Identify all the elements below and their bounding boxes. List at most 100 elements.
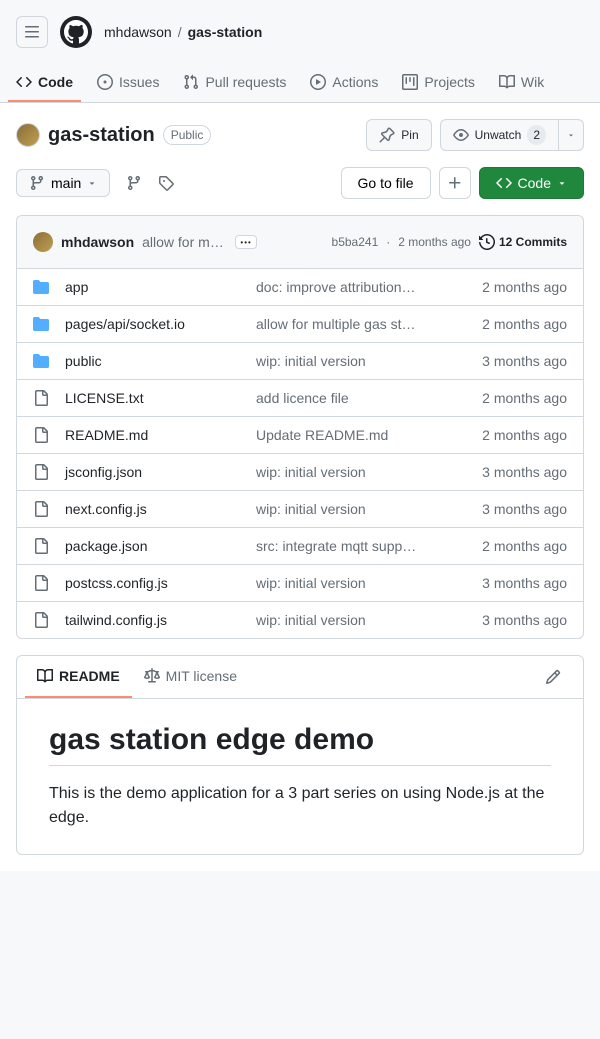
add-file-button[interactable] [439, 167, 471, 199]
file-icon [33, 464, 49, 480]
file-icon [33, 575, 49, 591]
folder-icon [33, 353, 49, 369]
file-row: jsconfig.json wip: initial version 3 mon… [17, 454, 583, 491]
tag-icon [158, 175, 174, 191]
file-icon [33, 501, 49, 517]
commit-more[interactable]: ••• [235, 235, 257, 249]
triangle-down-icon [567, 131, 575, 139]
branches-link[interactable] [126, 175, 142, 191]
code-button[interactable]: Code [479, 167, 584, 199]
code-icon [496, 175, 512, 191]
file-name-link[interactable]: app [65, 279, 88, 295]
file-commit-msg[interactable]: wip: initial version [256, 575, 466, 591]
go-to-file-button[interactable]: Go to file [341, 167, 431, 199]
tags-link[interactable] [158, 175, 174, 191]
nav-projects-label: Projects [424, 74, 475, 90]
file-commit-msg[interactable]: wip: initial version [256, 612, 466, 628]
file-name-link[interactable]: pages/api/socket.io [65, 316, 185, 332]
issues-icon [97, 74, 113, 90]
commits-link[interactable]: 12 Commits [479, 234, 567, 250]
triangle-down-icon [557, 178, 567, 188]
file-row: public wip: initial version 3 months ago [17, 343, 583, 380]
branch-name: main [51, 175, 81, 191]
file-name-link[interactable]: README.md [65, 427, 148, 443]
file-row: pages/api/socket.io allow for multiple g… [17, 306, 583, 343]
file-name-link[interactable]: public [65, 353, 102, 369]
file-name-link[interactable]: package.json [65, 538, 148, 554]
nav-issues-label: Issues [119, 74, 159, 90]
branch-selector[interactable]: main [16, 169, 110, 197]
plus-icon [447, 175, 463, 191]
file-commit-msg[interactable]: add licence file [256, 390, 466, 406]
nav-projects[interactable]: Projects [394, 64, 483, 102]
commits-count: 12 Commits [499, 235, 567, 249]
file-name-link[interactable]: jsconfig.json [65, 464, 142, 480]
file-icon [33, 612, 49, 628]
file-date: 2 months ago [482, 538, 567, 554]
file-name-link[interactable]: postcss.config.js [65, 575, 168, 591]
file-date: 3 months ago [482, 612, 567, 628]
eye-icon [453, 127, 469, 143]
commit-time: 2 months ago [398, 235, 471, 249]
pin-label: Pin [401, 125, 418, 145]
folder-icon [33, 316, 49, 332]
github-logo[interactable] [60, 16, 92, 48]
pencil-icon [545, 669, 561, 685]
file-row: package.json src: integrate mqtt supp… 2… [17, 528, 583, 565]
owner-avatar[interactable] [16, 123, 40, 147]
file-commit-msg[interactable]: wip: initial version [256, 353, 466, 369]
pin-icon [379, 127, 395, 143]
file-commit-msg[interactable]: wip: initial version [256, 464, 466, 480]
readme-tab-label: README [59, 668, 120, 684]
file-date: 2 months ago [482, 279, 567, 295]
commit-message[interactable]: allow for mul… [142, 234, 227, 250]
commit-avatar[interactable] [33, 232, 53, 252]
repo-name[interactable]: gas-station [48, 124, 155, 147]
pin-button[interactable]: Pin [366, 119, 431, 151]
unwatch-label: Unwatch [475, 125, 522, 145]
license-tab[interactable]: MIT license [132, 656, 249, 698]
nav-actions-label: Actions [332, 74, 378, 90]
edit-readme-button[interactable] [539, 663, 567, 691]
file-commit-msg[interactable]: allow for multiple gas st… [256, 316, 466, 332]
file-icon [33, 390, 49, 406]
github-icon [64, 20, 88, 44]
file-row: tailwind.config.js wip: initial version … [17, 602, 583, 638]
menu-icon [24, 24, 40, 40]
nav-pulls[interactable]: Pull requests [175, 64, 294, 102]
nav-code[interactable]: Code [8, 64, 81, 102]
file-date: 2 months ago [482, 427, 567, 443]
hamburger-menu[interactable] [16, 16, 48, 48]
file-commit-msg[interactable]: wip: initial version [256, 501, 466, 517]
file-date: 2 months ago [482, 390, 567, 406]
branch-icon [126, 175, 142, 191]
nav-actions[interactable]: Actions [302, 64, 386, 102]
folder-icon [33, 279, 49, 295]
file-commit-msg[interactable]: Update README.md [256, 427, 466, 443]
unwatch-button[interactable]: Unwatch 2 [440, 119, 559, 151]
triangle-down-icon [87, 178, 97, 188]
commit-sha[interactable]: b5ba241 [332, 235, 379, 249]
file-name-link[interactable]: LICENSE.txt [65, 390, 144, 406]
actions-icon [310, 74, 326, 90]
code-icon [16, 74, 32, 90]
file-date: 3 months ago [482, 353, 567, 369]
file-commit-msg[interactable]: src: integrate mqtt supp… [256, 538, 466, 554]
file-row: next.config.js wip: initial version 3 mo… [17, 491, 583, 528]
breadcrumb-repo[interactable]: gas-station [188, 24, 263, 40]
file-name-link[interactable]: next.config.js [65, 501, 147, 517]
breadcrumb: mhdawson / gas-station [104, 24, 262, 40]
breadcrumb-owner[interactable]: mhdawson [104, 24, 172, 40]
nav-wiki[interactable]: Wik [491, 64, 552, 102]
file-commit-msg[interactable]: doc: improve attribution… [256, 279, 466, 295]
file-row: postcss.config.js wip: initial version 3… [17, 565, 583, 602]
file-icon [33, 538, 49, 554]
readme-tab[interactable]: README [25, 656, 132, 698]
file-name-link[interactable]: tailwind.config.js [65, 612, 167, 628]
unwatch-dropdown[interactable] [559, 119, 584, 151]
nav-issues[interactable]: Issues [89, 64, 167, 102]
branch-icon [29, 175, 45, 191]
commit-author[interactable]: mhdawson [61, 234, 134, 250]
projects-icon [402, 74, 418, 90]
law-icon [144, 668, 160, 684]
